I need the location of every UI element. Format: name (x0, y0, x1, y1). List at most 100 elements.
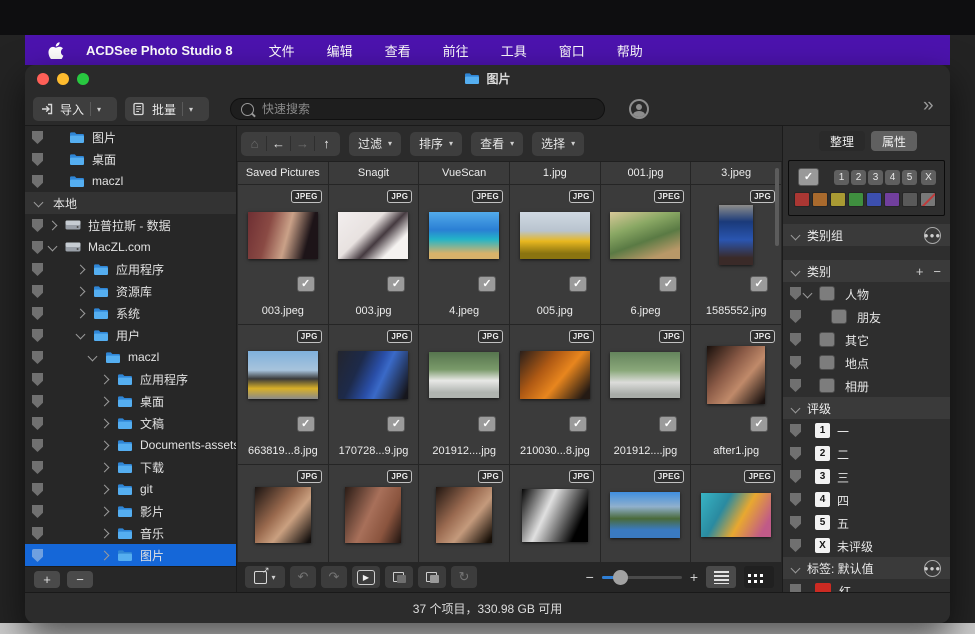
select-checkbox[interactable]: ✓ (569, 276, 587, 292)
sidebar-item-downloads[interactable]: 下载 (25, 456, 236, 478)
rating-3-button[interactable]: 3 (868, 170, 883, 185)
add-category-button[interactable]: + (916, 264, 924, 279)
thumbnail-cell[interactable]: JPEG ✓ 003.jpeg (238, 185, 328, 324)
sidebar-item-user-desktop[interactable]: 桌面 (25, 390, 236, 412)
thumbnail-cell[interactable]: JPG ✓ 201912....jpg (419, 325, 509, 464)
external-editor-button[interactable]: ▾ (245, 566, 285, 588)
rating-item-4[interactable]: 4 四 (783, 488, 950, 511)
color-label-gray[interactable] (902, 192, 918, 207)
rating-item-1[interactable]: 1 一 (783, 419, 950, 442)
thumbnail-cell[interactable]: JPG ✓ 1585552.jpg (691, 185, 781, 324)
rating-clear-button[interactable]: X (921, 170, 936, 185)
rating-item-unrated[interactable]: X 未评级 (783, 534, 950, 557)
select-checkbox[interactable]: ✓ (750, 276, 768, 292)
rating-item-2[interactable]: 2 二 (783, 442, 950, 465)
photo-thumbnail[interactable] (345, 487, 401, 543)
photo-thumbnail[interactable] (248, 351, 318, 399)
chevron-down-icon[interactable] (803, 289, 813, 299)
quick-search-box[interactable] (230, 98, 605, 120)
category-checkbox[interactable] (819, 355, 835, 370)
chevron-right-icon[interactable] (48, 221, 58, 231)
thumbnail-cell[interactable]: 001.jpg (601, 162, 691, 184)
chevron-right-icon[interactable] (100, 375, 110, 385)
import-button[interactable]: 导入 ▾ (33, 97, 117, 121)
menu-help[interactable]: 帮助 (617, 41, 643, 60)
select-checkbox[interactable]: ✓ (659, 416, 677, 432)
zoom-slider-knob[interactable] (613, 570, 628, 585)
zoom-slider[interactable] (602, 576, 682, 579)
grid-scrollbar[interactable] (775, 168, 779, 246)
apple-icon[interactable] (48, 41, 64, 59)
thumbnail-cell[interactable]: JPG ✓ 201912....jpg (601, 325, 691, 464)
view-dropdown[interactable]: 查看 ▾ (471, 132, 523, 156)
slideshow-button[interactable]: ▶ (352, 566, 380, 588)
chevron-right-icon[interactable] (100, 441, 110, 451)
remove-category-button[interactable]: − (933, 264, 941, 279)
select-checkbox[interactable]: ✓ (387, 276, 405, 292)
thumbnail-cell[interactable]: JPG ✓ 003.jpg (329, 185, 419, 324)
color-label-red[interactable] (794, 192, 810, 207)
thumbnail-cell[interactable]: 3.jpeg (691, 162, 781, 184)
thumbnail-cell[interactable]: JPG ✓ 170728...9.jpg (329, 325, 419, 464)
thumbnail-cell[interactable]: JPEG ✓ 6.jpeg (601, 185, 691, 324)
menu-edit[interactable]: 编辑 (327, 41, 353, 60)
color-label-green[interactable] (848, 192, 864, 207)
chevron-down-icon[interactable] (34, 198, 44, 208)
tag-checkbox[interactable]: ✓ (798, 168, 819, 186)
photo-thumbnail[interactable] (707, 346, 765, 404)
photo-thumbnail[interactable] (522, 489, 588, 542)
sidebar-item-user-applications[interactable]: 应用程序 (25, 368, 236, 390)
menu-go[interactable]: 前往 (443, 41, 469, 60)
rating-1-button[interactable]: 1 (834, 170, 849, 185)
chevron-right-icon[interactable] (100, 551, 110, 561)
section-labels[interactable]: 标签: 默认值 ●●● (783, 557, 950, 579)
label-item-red[interactable]: 红 (783, 579, 950, 592)
photo-thumbnail[interactable] (701, 493, 771, 537)
thumbnail-cell[interactable]: JPG (510, 465, 600, 562)
rating-5-button[interactable]: 5 (902, 170, 917, 185)
sidebar-item-applications[interactable]: 应用程序 (25, 258, 236, 280)
menu-tools[interactable]: 工具 (501, 41, 527, 60)
select-checkbox[interactable]: ✓ (297, 416, 315, 432)
select-checkbox[interactable]: ✓ (750, 416, 768, 432)
thumbnail-cell[interactable]: JPG ✓ after1.jpg (691, 325, 781, 464)
thumbnail-cell[interactable]: JPEG (691, 465, 781, 562)
stack-button[interactable] (418, 566, 446, 588)
chevron-down-icon[interactable] (791, 563, 801, 573)
ellipsis-menu-icon[interactable]: ●●● (924, 560, 941, 577)
photo-thumbnail[interactable] (610, 352, 680, 398)
chevron-right-icon[interactable] (76, 265, 86, 275)
photo-thumbnail[interactable] (429, 352, 499, 398)
sidebar-item-library[interactable]: 资源库 (25, 280, 236, 302)
chevron-down-icon[interactable] (48, 242, 58, 252)
dropdown-arrow-icon[interactable]: ▾ (189, 105, 193, 114)
color-label-yellow[interactable] (830, 192, 846, 207)
tab-properties[interactable]: 属性 (871, 131, 917, 151)
add-folder-button[interactable]: + (34, 571, 60, 588)
category-item-people[interactable]: 人物 (783, 282, 950, 305)
dropdown-arrow-icon[interactable]: ▾ (97, 105, 101, 114)
category-checkbox[interactable] (831, 309, 847, 324)
sidebar-item-git[interactable]: git (25, 478, 236, 500)
forward-button[interactable]: → (291, 136, 314, 151)
category-item-other[interactable]: 其它 (783, 328, 950, 351)
chevron-down-icon[interactable] (791, 403, 801, 413)
thumbnail-cell[interactable]: JPG (329, 465, 419, 562)
photo-thumbnail[interactable] (338, 351, 408, 399)
category-item-places[interactable]: 地点 (783, 351, 950, 374)
photo-thumbnail[interactable] (610, 492, 680, 538)
category-item-albums[interactable]: 相册 (783, 374, 950, 397)
thumbnail-cell[interactable]: VueScan (419, 162, 509, 184)
sort-dropdown[interactable]: 排序 ▾ (410, 132, 462, 156)
thumbnail-cell[interactable]: JPG ✓ 663819...8.jpg (238, 325, 328, 464)
sync-button[interactable]: ↻ (451, 566, 477, 588)
title-bar[interactable]: 图片 (25, 65, 950, 93)
sidebar-item-system[interactable]: 系统 (25, 302, 236, 324)
rotate-left-button[interactable]: ↶ (290, 566, 316, 588)
select-checkbox[interactable]: ✓ (387, 416, 405, 432)
thumbnail-cell[interactable]: JPG (238, 465, 328, 562)
sidebar-item-documents-assets[interactable]: Documents-assets (25, 434, 236, 456)
zoom-in-button[interactable]: + (690, 569, 698, 585)
compare-button[interactable] (385, 566, 413, 588)
grid-view-button[interactable] (744, 566, 774, 588)
